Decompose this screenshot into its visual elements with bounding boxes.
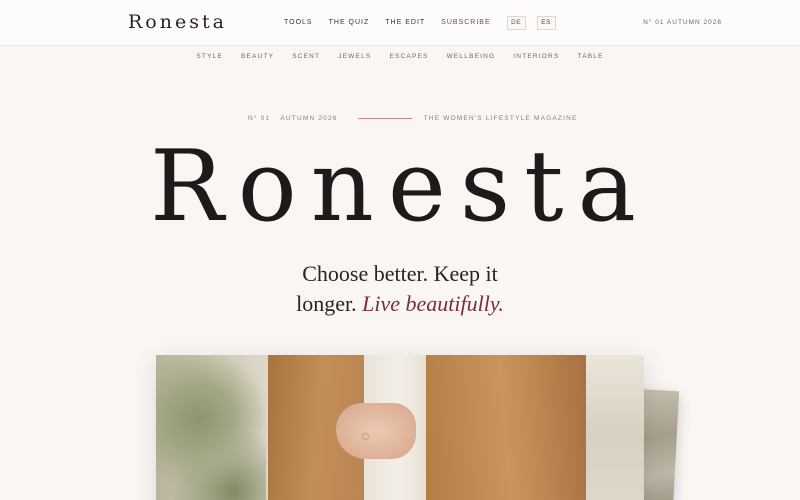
photo-hand (336, 403, 416, 459)
hero-tagline: Choose better. Keep it longer. Live beau… (0, 259, 800, 319)
issue-label: N° 01 AUTUMN 2026 (643, 19, 722, 26)
top-bar: Ronesta TOOLS THE QUIZ THE EDIT SUBSCRIB… (0, 0, 800, 46)
category-link-interiors[interactable]: INTERIORS (513, 53, 559, 60)
category-link-escapes[interactable]: ESCAPES (389, 53, 428, 60)
language-de-button[interactable]: DE (506, 16, 526, 30)
hero-season: AUTUMN 2026 (280, 115, 338, 122)
photo-coat-right (426, 355, 586, 500)
photo-wall (586, 355, 644, 500)
kicker-divider (357, 118, 412, 119)
hero-issue-number: N° 01 (248, 115, 271, 122)
category-link-jewels[interactable]: JEWELS (338, 53, 371, 60)
nav-link-the-quiz[interactable]: THE QUIZ (329, 16, 370, 30)
photo-ring (362, 433, 369, 440)
nav-link-the-edit[interactable]: THE EDIT (385, 16, 425, 30)
tagline-line-2-text: longer. (296, 291, 357, 316)
tagline-line-2: longer. Live beautifully. (0, 289, 800, 319)
category-link-table[interactable]: TABLE (578, 53, 604, 60)
category-link-scent[interactable]: SCENT (292, 53, 320, 60)
hero-kicker: N° 01 AUTUMN 2026 THE WOMEN'S LIFESTYLE … (248, 115, 578, 122)
nav-link-tools[interactable]: TOOLS (284, 16, 313, 30)
hero-title: Ronesta (149, 130, 650, 244)
category-link-beauty[interactable]: BEAUTY (241, 53, 274, 60)
category-link-wellbeing[interactable]: WELLBEING (447, 53, 496, 60)
tagline-emphasis: Live beautifully. (362, 291, 504, 316)
site-logo[interactable]: Ronesta (128, 11, 227, 33)
hero-kicker-text: THE WOMEN'S LIFESTYLE MAGAZINE (423, 115, 578, 122)
top-nav: TOOLS THE QUIZ THE EDIT SUBSCRIBE DE ES (284, 16, 567, 30)
hero-photo (156, 355, 644, 500)
tagline-line-1: Choose better. Keep it (302, 261, 498, 286)
subscribe-link[interactable]: SUBSCRIBE (441, 16, 490, 30)
photo-foliage (156, 355, 266, 500)
language-es-button[interactable]: ES (536, 16, 556, 30)
category-link-style[interactable]: STYLE (196, 53, 223, 60)
category-nav: STYLE BEAUTY SCENT JEWELS ESCAPES WELLBE… (0, 53, 800, 60)
